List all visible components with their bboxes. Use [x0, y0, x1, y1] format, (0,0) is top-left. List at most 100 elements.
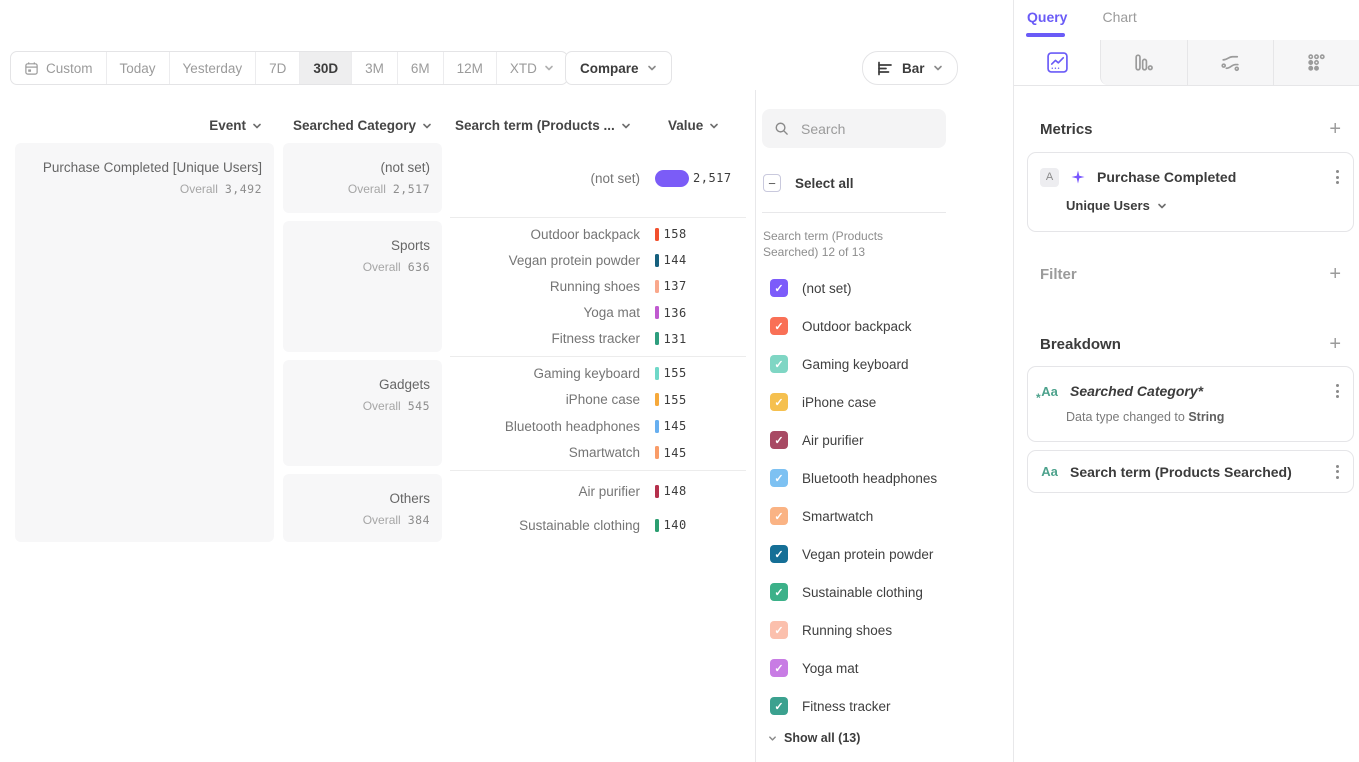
- event-cell[interactable]: Purchase Completed [Unique Users] Overal…: [15, 143, 274, 542]
- date-range-30d[interactable]: 30D: [300, 52, 352, 84]
- segment-item[interactable]: ✓iPhone case: [763, 383, 946, 421]
- date-range-custom[interactable]: Custom: [11, 52, 107, 84]
- segment-item[interactable]: ✓Outdoor backpack: [763, 307, 946, 345]
- compare-button[interactable]: Compare: [565, 51, 672, 85]
- segment-checkbox[interactable]: ✓: [770, 545, 788, 563]
- tab-chart[interactable]: Chart: [1102, 9, 1136, 25]
- segment-checkbox[interactable]: ✓: [770, 583, 788, 601]
- category-cell[interactable]: GadgetsOverall545: [283, 360, 442, 466]
- table-row[interactable]: Sustainable clothing140: [450, 518, 750, 533]
- show-all-button[interactable]: Show all (13): [768, 731, 860, 745]
- category-overall: Overall384: [283, 513, 430, 527]
- funnels-icon: [1132, 51, 1155, 74]
- table-row[interactable]: Air purifier148: [450, 484, 750, 499]
- table-row[interactable]: (not set)2,517: [450, 170, 750, 187]
- overall-label: Overall: [180, 182, 218, 196]
- date-range-12m[interactable]: 12M: [444, 52, 497, 84]
- select-all-row[interactable]: − Select all: [763, 174, 854, 192]
- table-row[interactable]: Smartwatch145: [450, 445, 750, 460]
- kebab-menu-icon[interactable]: [1334, 380, 1341, 402]
- date-range-today[interactable]: Today: [107, 52, 170, 84]
- kebab-menu-icon[interactable]: [1334, 166, 1341, 188]
- segment-checkbox[interactable]: ✓: [770, 279, 788, 297]
- add-breakdown-button[interactable]: +: [1329, 334, 1341, 354]
- segment-item[interactable]: ✓Running shoes: [763, 611, 946, 649]
- segment-item[interactable]: ✓Vegan protein powder: [763, 535, 946, 573]
- table-row[interactable]: Gaming keyboard155: [450, 366, 750, 381]
- term-label: Gaming keyboard: [450, 366, 640, 381]
- add-filter-button[interactable]: +: [1329, 264, 1341, 284]
- add-metric-button[interactable]: +: [1329, 119, 1341, 139]
- segment-item[interactable]: ✓Sustainable clothing: [763, 573, 946, 611]
- segment-checkbox[interactable]: ✓: [770, 469, 788, 487]
- segment-item[interactable]: ✓ Fitness tracker: [763, 687, 946, 725]
- chevron-down-icon: [709, 121, 719, 131]
- metric-aggregation-dropdown[interactable]: Unique Users: [1066, 198, 1353, 213]
- value-label: 136: [664, 306, 687, 320]
- table-row[interactable]: iPhone case155: [450, 392, 750, 407]
- segment-search[interactable]: [762, 109, 946, 148]
- filter-section-header: Filter +: [1040, 264, 1341, 284]
- chevron-down-icon: [621, 121, 631, 131]
- kebab-menu-icon[interactable]: [1334, 461, 1341, 483]
- flows-report-tab[interactable]: [1187, 40, 1273, 85]
- segment-checkbox[interactable]: ✓: [770, 355, 788, 373]
- segment-item[interactable]: ✓ Gaming keyboard: [763, 345, 946, 383]
- column-header-value[interactable]: Value: [668, 117, 719, 133]
- segment-checkbox[interactable]: ✓: [770, 621, 788, 639]
- segment-item[interactable]: ✓Bluetooth headphones: [763, 459, 946, 497]
- breakdown-note: Data type changed to String: [1066, 410, 1353, 424]
- date-range-yesterday[interactable]: Yesterday: [170, 52, 257, 84]
- search-input[interactable]: [799, 120, 923, 138]
- value-label: 131: [664, 332, 687, 346]
- category-cell[interactable]: (not set)Overall2,517: [283, 143, 442, 213]
- breakdown-card-search-term[interactable]: Aa Search term (Products Searched): [1027, 450, 1354, 493]
- chevron-down-icon: [544, 63, 554, 73]
- date-range-xtd[interactable]: XTD: [497, 52, 567, 84]
- date-range-3m[interactable]: 3M: [352, 52, 398, 84]
- tab-query[interactable]: Query: [1027, 9, 1067, 25]
- segment-label: Fitness tracker: [802, 699, 891, 714]
- metrics-heading: Metrics: [1040, 121, 1093, 138]
- funnels-report-tab[interactable]: [1100, 40, 1186, 85]
- metric-title: Purchase Completed: [1097, 169, 1323, 185]
- report-type-tabs: [1014, 40, 1359, 86]
- date-range-7d[interactable]: 7D: [256, 52, 300, 84]
- value-rows-group: (not set)2,517: [450, 143, 750, 213]
- group-separator: [450, 356, 746, 357]
- retention-report-tab[interactable]: [1273, 40, 1359, 85]
- filter-heading: Filter: [1040, 266, 1077, 283]
- table-row[interactable]: Bluetooth headphones145: [450, 419, 750, 434]
- date-range-6m[interactable]: 6M: [398, 52, 444, 84]
- segment-checkbox[interactable]: ✓: [770, 697, 788, 715]
- select-all-checkbox[interactable]: −: [763, 174, 781, 192]
- table-row[interactable]: Outdoor backpack158: [450, 227, 750, 242]
- flows-icon: [1219, 51, 1242, 74]
- breakdown-card-searched-category[interactable]: Aa* Searched Category* Data type changed…: [1027, 366, 1354, 442]
- segment-checkbox[interactable]: ✓: [770, 431, 788, 449]
- category-cell[interactable]: SportsOverall636: [283, 221, 442, 352]
- breakdown-section-header: Breakdown +: [1040, 334, 1341, 354]
- segment-checkbox[interactable]: ✓: [770, 507, 788, 525]
- insights-report-tab[interactable]: [1014, 40, 1100, 85]
- table-row[interactable]: Fitness tracker131: [450, 331, 750, 346]
- segment-item[interactable]: ✓Smartwatch: [763, 497, 946, 535]
- column-header-searched-category[interactable]: Searched Category: [283, 117, 442, 133]
- category-cell[interactable]: OthersOverall384: [283, 474, 442, 542]
- search-icon: [774, 121, 789, 136]
- segment-item[interactable]: ✓Yoga mat: [763, 649, 946, 687]
- table-row[interactable]: Running shoes137: [450, 279, 750, 294]
- segment-checkbox[interactable]: ✓: [770, 393, 788, 411]
- table-row[interactable]: Vegan protein powder144: [450, 253, 750, 268]
- metric-card[interactable]: A Purchase Completed Unique Users: [1027, 152, 1354, 232]
- segment-label: Gaming keyboard: [802, 357, 909, 372]
- segment-item[interactable]: ✓Air purifier: [763, 421, 946, 459]
- segment-checkbox[interactable]: ✓: [770, 659, 788, 677]
- chevron-down-icon: [768, 734, 777, 743]
- column-header-search-term[interactable]: Search term (Products ...: [455, 117, 631, 133]
- segment-checkbox[interactable]: ✓: [770, 317, 788, 335]
- column-header-event[interactable]: Event: [15, 117, 262, 133]
- table-row[interactable]: Yoga mat136: [450, 305, 750, 320]
- segment-item[interactable]: ✓(not set): [763, 269, 946, 307]
- chart-type-button[interactable]: Bar: [862, 51, 958, 85]
